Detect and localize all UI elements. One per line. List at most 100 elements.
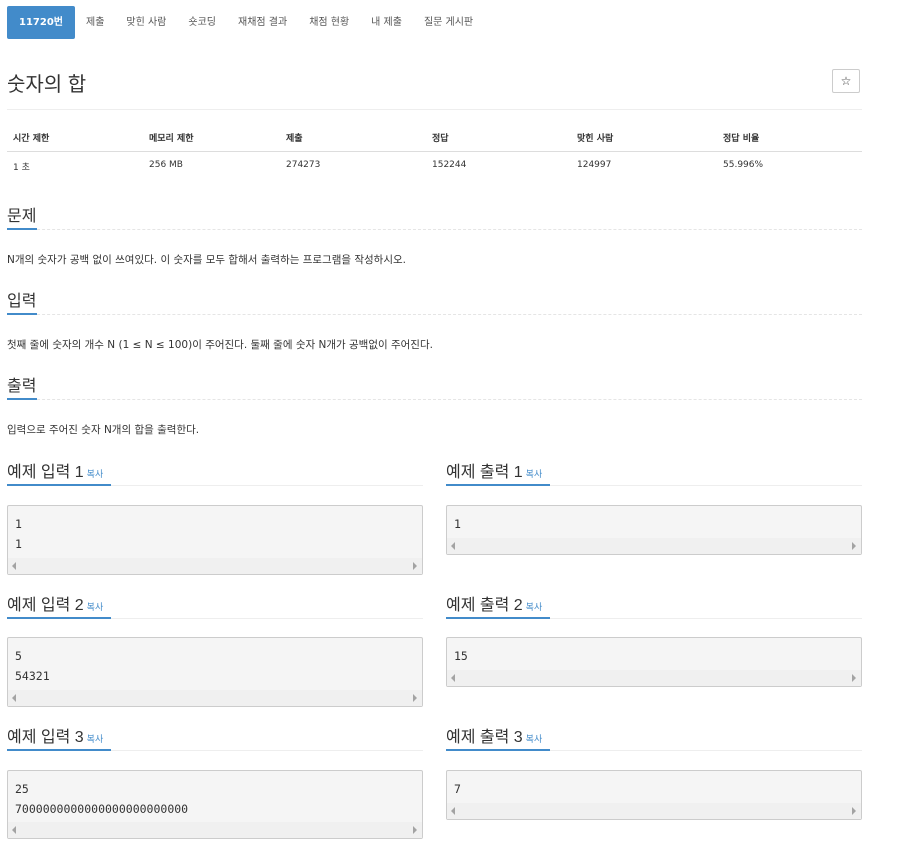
sample-output-2-box[interactable]: 15 [446, 637, 862, 687]
section-divider [7, 399, 862, 400]
horizontal-scrollbar[interactable] [447, 803, 861, 819]
nav-problem-number[interactable]: 11720번 [7, 6, 75, 39]
page-title: 숫자의 합 [7, 74, 87, 96]
problem-nav: 11720번 제출 맞힌 사람 숏코딩 재채점 결과 채점 현황 내 제출 질문… [7, 6, 484, 39]
copy-sample-output-2-button[interactable]: 복사 [526, 602, 543, 612]
section-underline [7, 228, 37, 230]
sample-underline [7, 617, 111, 619]
scroll-left-icon[interactable] [451, 542, 455, 550]
sample-output-1-box[interactable]: 1 [446, 505, 862, 555]
section-title-input: 입력 [7, 293, 37, 310]
sample-underline [446, 749, 550, 751]
problem-section-heading: 문제 [7, 202, 36, 226]
section-divider [7, 229, 862, 230]
horizontal-scrollbar[interactable] [8, 558, 422, 574]
header-memory-limit: 메모리 제한 [149, 134, 194, 144]
table-header-row: 시간 제한 메모리 제한 제출 정답 맞힌 사람 정답 비율 [7, 122, 862, 152]
sample-line: 7000000000000000000000000 [15, 801, 189, 816]
header-time-limit: 시간 제한 [13, 134, 50, 144]
copy-sample-output-1-button[interactable]: 복사 [526, 469, 543, 479]
copy-sample-output-3-button[interactable]: 복사 [526, 734, 543, 744]
sample-line: 1 [15, 517, 22, 531]
nav-rejudge-results[interactable]: 재채점 결과 [227, 6, 298, 39]
sample-underline [446, 617, 550, 619]
sample-underline [7, 749, 111, 751]
sample-output-1-title: 예제 출력 1 [446, 464, 523, 481]
value-submissions: 274273 [286, 160, 321, 170]
sample-input-1-box[interactable]: 1 1 [7, 505, 423, 575]
copy-sample-input-3-button[interactable]: 복사 [87, 734, 104, 744]
input-description: 첫째 줄에 숫자의 개수 N (1 ≤ N ≤ 100)이 주어진다. 둘째 줄… [7, 339, 433, 351]
copy-sample-input-1-button[interactable]: 복사 [87, 469, 104, 479]
sample-underline [446, 484, 550, 486]
sample-line: 25 [15, 782, 29, 796]
sample-underline [7, 484, 111, 486]
table-row: 1 초 256 MB 274273 152244 124997 55.996% [7, 152, 862, 181]
sample-input-3-title: 예제 입력 3 [7, 729, 84, 746]
header-accepted: 정답 [432, 134, 449, 144]
output-section-heading: 출력 [7, 372, 36, 396]
horizontal-scrollbar[interactable] [8, 822, 422, 838]
sample-line: 5 [15, 649, 22, 663]
sample-output-1-heading: 예제 출력 1 복사 [446, 458, 542, 482]
horizontal-scrollbar[interactable] [447, 538, 861, 554]
problem-info-table: 시간 제한 메모리 제한 제출 정답 맞힌 사람 정답 비율 1 초 256 M… [7, 122, 862, 181]
sample-output-2-title: 예제 출력 2 [446, 597, 523, 614]
nav-short-coding[interactable]: 숏코딩 [177, 6, 227, 39]
sample-line: 54321 [15, 668, 50, 683]
title-divider [7, 109, 862, 110]
scroll-left-icon[interactable] [12, 826, 16, 834]
section-title-output: 출력 [7, 378, 37, 395]
sample-input-2-heading: 예제 입력 2 복사 [7, 591, 103, 615]
value-memory-limit: 256 MB [149, 160, 183, 170]
sample-input-2-box[interactable]: 5 54321 [7, 637, 423, 707]
sample-line: 15 [454, 649, 468, 663]
problem-description: N개의 숫자가 공백 없이 쓰여있다. 이 숫자를 모두 합해서 출력하는 프로… [7, 254, 407, 266]
section-underline [7, 313, 37, 315]
value-time-limit: 1 초 [13, 163, 30, 173]
scroll-right-icon[interactable] [852, 542, 856, 550]
sample-line: 7 [454, 782, 461, 796]
nav-status[interactable]: 채점 현황 [298, 6, 360, 39]
section-divider [7, 314, 862, 315]
copy-sample-input-2-button[interactable]: 복사 [87, 602, 104, 612]
sample-input-1-heading: 예제 입력 1 복사 [7, 458, 103, 482]
sample-output-3-box[interactable]: 7 [446, 770, 862, 820]
scroll-left-icon[interactable] [12, 562, 16, 570]
favorite-button[interactable]: ☆ [832, 69, 860, 93]
scroll-right-icon[interactable] [852, 674, 856, 682]
sample-output-3-heading: 예제 출력 3 복사 [446, 723, 542, 747]
section-title-problem: 문제 [7, 208, 37, 225]
nav-submit[interactable]: 제출 [75, 6, 115, 39]
value-solved-users: 124997 [577, 160, 612, 170]
sample-input-1-title: 예제 입력 1 [7, 464, 84, 481]
header-solved-users: 맞힌 사람 [577, 134, 614, 144]
star-icon: ☆ [840, 74, 852, 88]
sample-output-3-title: 예제 출력 3 [446, 729, 523, 746]
sample-output-2-heading: 예제 출력 2 복사 [446, 591, 542, 615]
nav-my-submissions[interactable]: 내 제출 [360, 6, 413, 39]
nav-solved-users[interactable]: 맞힌 사람 [115, 6, 177, 39]
horizontal-scrollbar[interactable] [8, 690, 422, 706]
sample-line: 1 [15, 536, 22, 551]
nav-qna-board[interactable]: 질문 게시판 [413, 6, 484, 39]
sample-input-3-box[interactable]: 25 7000000000000000000000000 [7, 770, 423, 839]
header-accept-ratio: 정답 비율 [723, 134, 760, 144]
scroll-left-icon[interactable] [451, 674, 455, 682]
scroll-right-icon[interactable] [413, 826, 417, 834]
input-section-heading: 입력 [7, 287, 36, 311]
header-submissions: 제출 [286, 134, 303, 144]
scroll-right-icon[interactable] [852, 807, 856, 815]
scroll-left-icon[interactable] [451, 807, 455, 815]
value-accepted: 152244 [432, 160, 467, 170]
sample-input-3-heading: 예제 입력 3 복사 [7, 723, 103, 747]
output-description: 입력으로 주어진 숫자 N개의 합을 출력한다. [7, 424, 200, 436]
scroll-left-icon[interactable] [12, 694, 16, 702]
sample-input-2-title: 예제 입력 2 [7, 597, 84, 614]
section-underline [7, 398, 37, 400]
value-accept-ratio: 55.996% [723, 160, 764, 170]
scroll-right-icon[interactable] [413, 694, 417, 702]
sample-line: 1 [454, 517, 461, 531]
scroll-right-icon[interactable] [413, 562, 417, 570]
horizontal-scrollbar[interactable] [447, 670, 861, 686]
